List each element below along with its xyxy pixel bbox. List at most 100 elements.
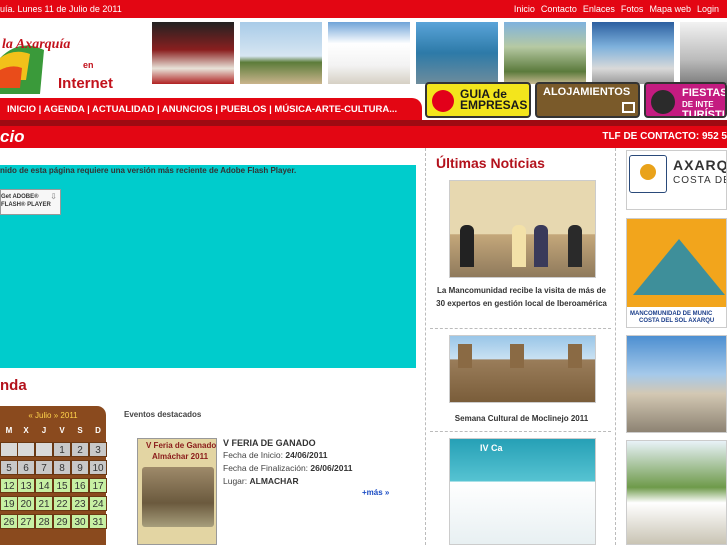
calendar-day[interactable]: 30 [71,514,89,529]
calendar-header: « Julio » 2011 [0,411,106,420]
event-start: Fecha de Inicio: 24/06/2011 [223,450,327,460]
banner-fiestas-line1: FIESTAS [682,87,727,99]
top-link-contacto[interactable]: Contacto [541,4,577,14]
banner-alojamientos-label: ALOJAMIENTOS [543,86,631,98]
calendar-weekday: X [23,426,29,435]
banner-alojamientos[interactable]: ALOJAMIENTOS [535,82,640,118]
calendar-day[interactable]: 15 [53,478,71,493]
calendar-day[interactable]: 2 [71,442,89,457]
event-poster[interactable]: V Feria de Ganado Almáchar 2011 [137,438,217,545]
fiestas-icon [651,90,675,114]
calendar-day[interactable]: 24 [89,496,107,511]
hotel-icon [622,102,635,113]
news-separator [430,328,611,329]
site-logo[interactable]: la Axarquía en Internet [0,18,150,98]
contact-phone: TLF DE CONTACTO: 952 5 [602,131,727,142]
nav-sep: | [154,104,162,115]
event-place-label: Lugar: [223,476,248,486]
calendar-day[interactable]: 14 [35,478,53,493]
calendar-day[interactable]: 6 [17,460,35,475]
calendar: « Julio » 2011 M X J V S D 1 2 3 5 6 7 8 9 10 12 13 14 15 1… [0,406,107,545]
news-caption-2[interactable]: Semana Cultural de Moclinejo 2011 [432,412,611,425]
calendar-day[interactable]: 26 [0,514,18,529]
top-link-inicio[interactable]: Inicio [514,4,535,14]
calendar-day[interactable]: 19 [0,496,18,511]
calendar-day[interactable]: 10 [89,460,107,475]
nav-item-musica-arte-cultura[interactable]: MÚSICA-ARTE-CULTURA... [274,104,397,115]
event-more-link[interactable]: +más » [362,488,389,497]
flash-button-line2: FLASH® PLAYER [1,202,51,208]
calendar-day[interactable]: 3 [89,442,107,457]
mancomunidad-banner[interactable]: MANCOMUNIDAD DE MUNIC COSTA DEL SOL AXAR… [626,218,727,328]
news-photo-3[interactable]: IV Ca [449,438,596,545]
logo-la: la Axarquía [2,37,70,52]
page-title: cio [0,127,25,146]
page-title-bar: cio TLF DE CONTACTO: 952 5 [0,126,727,148]
news-photo-1[interactable] [449,180,596,278]
header-photo-coast [416,22,498,84]
news-photo-figure [568,225,582,267]
castle-tower [510,344,524,368]
calendar-day[interactable]: 23 [71,496,89,511]
news-photo-figure [534,225,548,267]
top-link-fotos[interactable]: Fotos [621,4,644,14]
banner-guia-empresas[interactable]: GUIA de EMPRESAS [425,82,531,118]
calendar-day[interactable]: 21 [35,496,53,511]
event-end-label: Fecha de Finalización: [223,463,309,473]
nav-item-pueblos[interactable]: PUEBLOS [221,104,267,115]
download-arrow-icon: ⇩ [50,192,57,201]
calendar-day[interactable]: 20 [17,496,35,511]
header-photo-promenade [240,22,322,84]
agenda-title: nda [0,377,27,394]
event-place-value: ALMACHAR [249,476,299,486]
axarquia-costa-banner[interactable]: AXARQ COSTA DE [626,150,727,210]
top-link-mapa-web[interactable]: Mapa web [649,4,691,14]
calendar-day[interactable]: 13 [17,478,35,493]
mancomunidad-line2: COSTA DEL SOL AXARQU [639,318,715,324]
header-photo-village-arch [328,22,410,84]
calendar-day[interactable]: 7 [35,460,53,475]
header-photo-boats [592,22,674,84]
calendar-day[interactable]: 17 [89,478,107,493]
calendar-day[interactable]: 5 [0,460,18,475]
calendar-prev[interactable]: « [28,411,32,420]
logo-internet: Internet [58,75,113,92]
top-link-enlaces[interactable]: Enlaces [583,4,615,14]
nav-item-actualidad[interactable]: ACTUALIDAD [92,104,154,115]
news-photo-figure [460,225,474,267]
header-photo-building [680,22,727,84]
calendar-day[interactable]: 9 [71,460,89,475]
get-flash-player-button[interactable]: Get ADOBE® FLASH® PLAYER ⇩ [0,189,61,215]
sidebar-photo-village[interactable] [626,335,727,433]
event-end-value: 26/06/2011 [310,463,353,473]
flash-placeholder: nido de esta página requiere una versión… [0,165,416,368]
top-link-login[interactable]: Login [697,4,719,14]
nav-item-anuncios[interactable]: ANUNCIOS [162,104,213,115]
news-photo-figure [512,225,526,267]
calendar-empty-cell [35,442,53,457]
axarquia-banner-subtitle: COSTA DE [673,175,727,186]
poster-line1: V Feria de Ganado [146,441,217,450]
calendar-day[interactable]: 12 [0,478,18,493]
calendar-day[interactable]: 1 [53,442,71,457]
news-photo-2[interactable] [449,335,596,403]
calendar-day[interactable]: 8 [53,460,71,475]
calendar-day[interactable]: 27 [17,514,35,529]
calendar-day[interactable]: 22 [53,496,71,511]
calendar-day[interactable]: 29 [53,514,71,529]
event-name[interactable]: V FERIA DE GANADO [223,438,316,448]
news-caption-1[interactable]: La Mancomunidad recibe la visita de más … [432,284,611,310]
calendar-next[interactable]: » [54,411,58,420]
calendar-day[interactable]: 16 [71,478,89,493]
calendar-weekday: V [59,426,65,435]
event-end: Fecha de Finalización: 26/06/2011 [223,463,353,473]
calendar-day[interactable]: 28 [35,514,53,529]
calendar-day[interactable]: 31 [89,514,107,529]
calendar-empty-cell [17,442,35,457]
sidebar-photo-whitehouses[interactable] [626,440,727,545]
nav-item-agenda[interactable]: AGENDA [44,104,85,115]
banner-fiestas[interactable]: FIESTAS DE INTE TURÍSTIC [644,82,727,118]
flash-button-line1: Get ADOBE® [1,194,39,200]
event-start-label: Fecha de Inicio: [223,450,284,460]
nav-item-inicio[interactable]: INICIO [7,104,36,115]
